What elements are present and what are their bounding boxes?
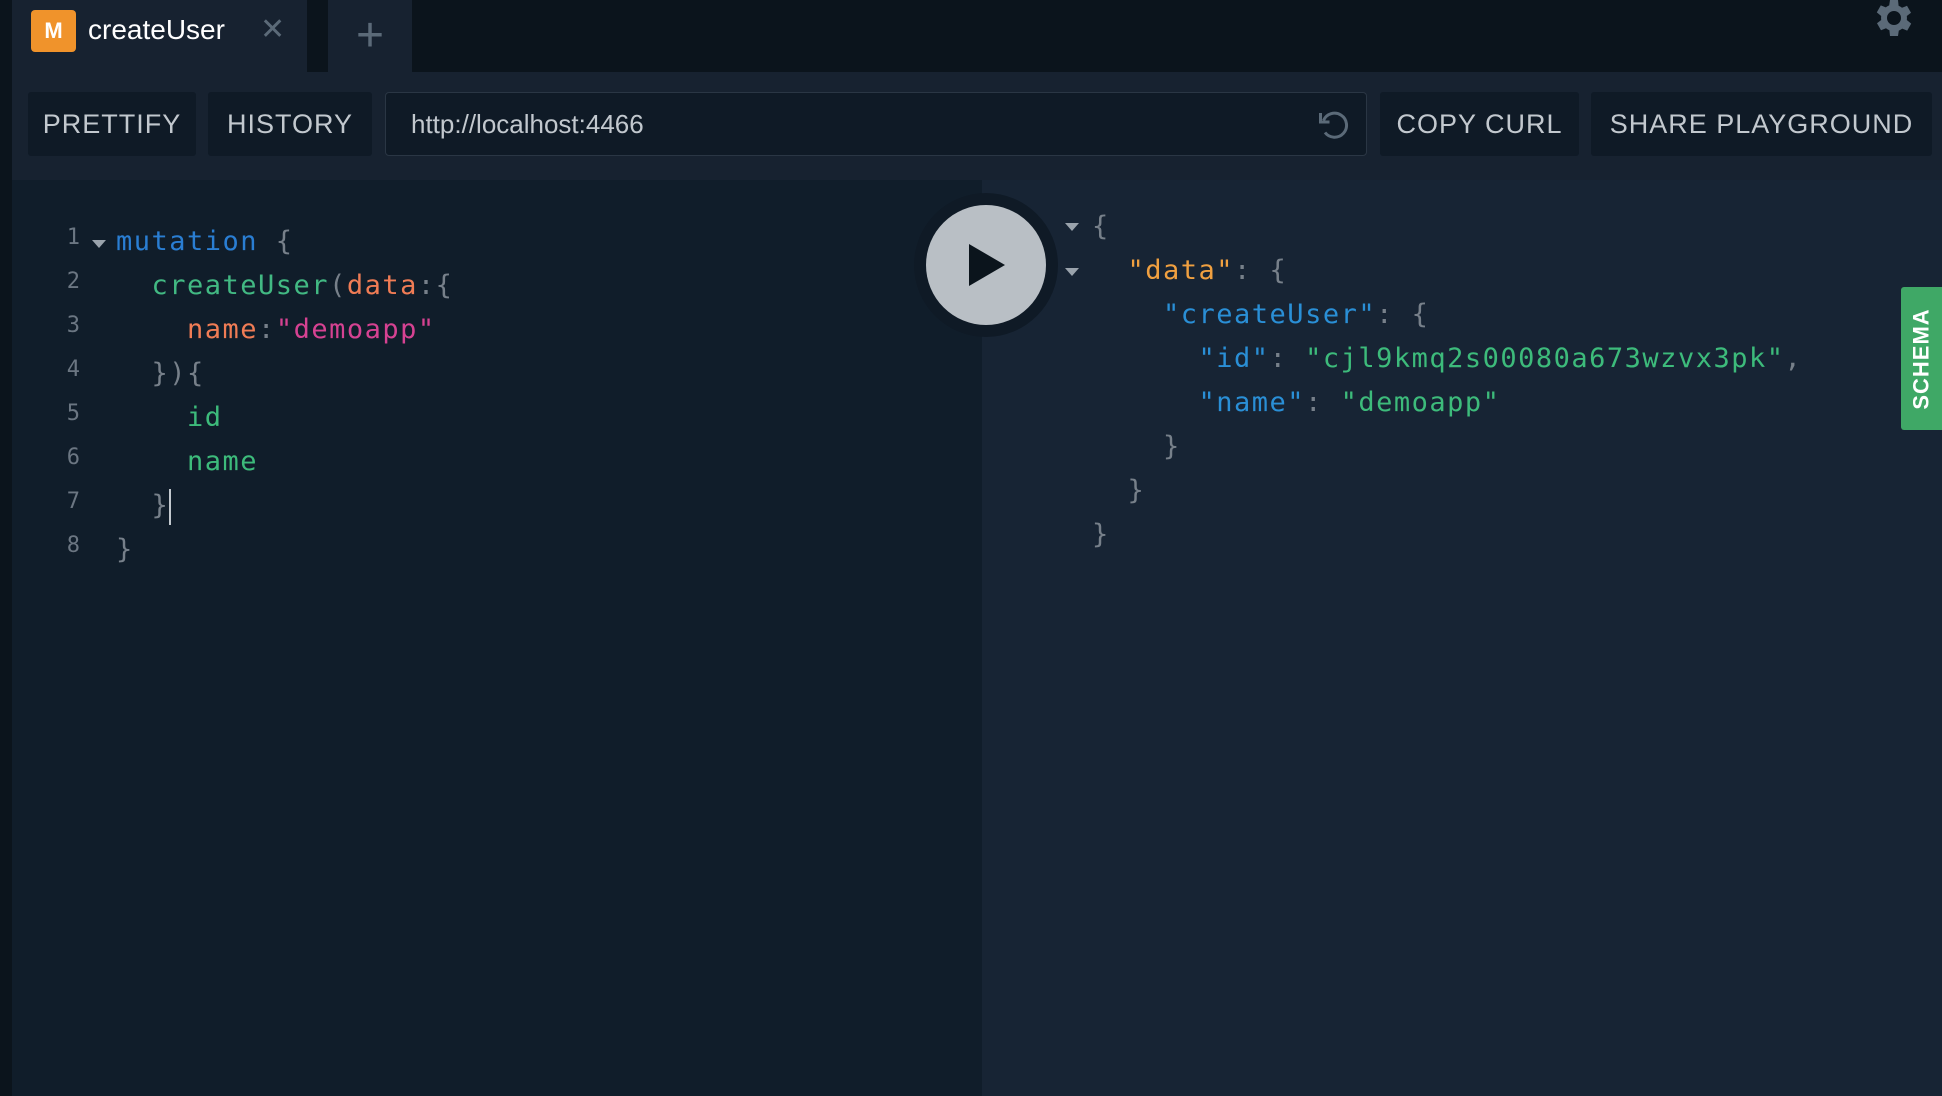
reload-icon[interactable]: [1316, 107, 1352, 143]
code-token: : {: [1234, 255, 1288, 286]
code-line: "data": {: [1092, 249, 1287, 293]
code-token: createUser: [116, 270, 330, 301]
code-line: "createUser": {: [1092, 293, 1429, 337]
fold-arrow-icon[interactable]: [92, 240, 106, 248]
play-icon: [969, 244, 1005, 286]
code-line: id: [116, 396, 223, 440]
code-token: "demoapp": [1340, 387, 1501, 418]
code-token: data: [346, 270, 418, 301]
code-token: :: [1305, 387, 1341, 418]
code-line: {: [1092, 205, 1110, 249]
prettify-button[interactable]: PRETTIFY: [28, 92, 196, 156]
code-token: }){: [116, 358, 205, 389]
code-token: }: [1092, 431, 1181, 462]
tab-bar: M createUser ✕ +: [0, 0, 1942, 72]
code-line: }: [116, 484, 172, 528]
code-token: ,: [1784, 343, 1803, 374]
code-token: "id": [1092, 343, 1270, 374]
code-token: id: [116, 402, 223, 433]
code-token: (: [329, 270, 347, 301]
text-cursor: [169, 488, 172, 525]
mutation-badge: M: [31, 10, 76, 52]
code-token: {: [1092, 211, 1110, 242]
code-token: :{: [417, 270, 454, 301]
toolbar: PRETTIFY HISTORY http://localhost:4466 C…: [12, 72, 1942, 180]
schema-tab[interactable]: SCHEMA: [1901, 287, 1942, 430]
tab-title[interactable]: createUser: [88, 14, 225, 46]
code-token: :: [1269, 343, 1306, 374]
code-line: }: [1092, 425, 1181, 469]
fold-arrow-icon[interactable]: [1065, 268, 1079, 276]
add-tab-button[interactable]: +: [328, 0, 412, 72]
line-number: 5: [66, 401, 80, 426]
code-line: "name": "demoapp": [1092, 381, 1500, 425]
code-token: "cjl9kmq2s00080a673wzvx3pk": [1305, 343, 1785, 374]
line-number: 7: [66, 489, 80, 514]
endpoint-url-input[interactable]: http://localhost:4466: [385, 92, 1367, 156]
line-number: 6: [66, 445, 80, 470]
code-token: :: [258, 314, 276, 345]
code-line: }: [116, 528, 134, 572]
code-token: }: [1092, 475, 1146, 506]
line-number: 4: [66, 357, 80, 382]
endpoint-url-value: http://localhost:4466: [411, 108, 644, 139]
code-token: name: [116, 314, 259, 345]
code-token: "data": [1092, 255, 1235, 286]
code-token: : {: [1376, 299, 1430, 330]
line-number: 3: [66, 313, 80, 338]
share-playground-button[interactable]: SHARE PLAYGROUND: [1591, 92, 1932, 156]
code-line: "id": "cjl9kmq2s00080a673wzvx3pk",: [1092, 337, 1802, 381]
close-icon[interactable]: ✕: [260, 12, 285, 47]
code-line: createUser(data:{: [116, 264, 453, 308]
history-button[interactable]: HISTORY: [208, 92, 372, 156]
code-token: "name": [1092, 387, 1306, 418]
code-token: "demoapp": [275, 314, 436, 345]
run-query-button[interactable]: [914, 193, 1058, 337]
code-line: name: [116, 440, 258, 484]
code-token: name: [116, 446, 259, 477]
code-token: }: [1092, 519, 1110, 550]
code-token: {: [258, 226, 294, 257]
code-line: }: [1092, 513, 1110, 557]
line-number: 1: [66, 225, 80, 250]
code-line: }){: [116, 352, 205, 396]
gear-icon[interactable]: [1868, 0, 1916, 42]
line-number: 8: [66, 533, 80, 558]
code-token: }: [116, 490, 170, 521]
fold-arrow-icon[interactable]: [1065, 223, 1079, 231]
schema-label: SCHEMA: [1908, 307, 1934, 410]
code-line: name:"demoapp": [116, 308, 436, 352]
code-token: "createUser": [1092, 299, 1377, 330]
code-token: mutation: [116, 226, 259, 257]
copy-curl-button[interactable]: COPY CURL: [1380, 92, 1579, 156]
code-token: }: [116, 534, 134, 565]
code-line: }: [1092, 469, 1145, 513]
code-line: mutation {: [116, 220, 294, 264]
line-number: 2: [66, 269, 80, 294]
